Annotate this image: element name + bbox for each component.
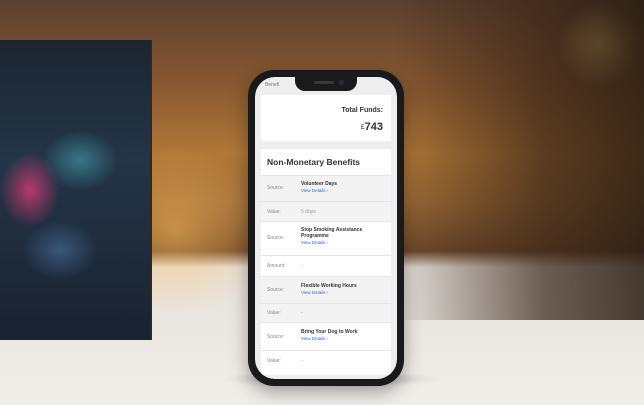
total-funds-amount: 743 [364, 121, 383, 133]
benefit-row: Amount: - [261, 255, 391, 276]
row-value: - [301, 358, 303, 364]
row-label: Source: [267, 287, 285, 293]
row-label: Value: [267, 358, 281, 364]
benefit-name: Flexible Working Hours [301, 283, 357, 289]
benefit-row: Source: Volunteer Days View Details › [261, 175, 391, 201]
row-label: Amount: [267, 263, 286, 269]
row-value: Volunteer Days View Details › [301, 181, 387, 194]
benefit-row: Value: - [261, 303, 391, 322]
top-tab-label[interactable]: Benefi [265, 82, 279, 88]
total-funds-label: Total Funds: [341, 107, 383, 114]
phone-screen: Benefi Total Funds: £743 Non-Monetary Be… [255, 77, 397, 379]
row-value: Stop Smoking Assistance Programme View D… [301, 227, 387, 246]
benefit-name: Bring Your Dog to Work [301, 329, 358, 335]
benefit-row: Value: - [261, 350, 391, 371]
non-monetary-benefits-card: Non-Monetary Benefits Source: Volunteer … [261, 149, 391, 375]
laptop-screen [0, 100, 120, 280]
row-label: Source: [267, 185, 285, 191]
row-label: Value: [267, 310, 281, 316]
benefit-name: Stop Smoking Assistance Programme [301, 227, 363, 239]
benefit-row: Source: Flexible Working Hours View Deta… [261, 276, 391, 303]
row-label: Value: [267, 209, 281, 215]
speaker-icon [314, 81, 334, 84]
view-details-link[interactable]: View Details › [301, 290, 387, 296]
camera-icon [339, 80, 344, 85]
smartphone: Benefi Total Funds: £743 Non-Monetary Be… [248, 70, 404, 386]
total-funds-value: £743 [361, 121, 383, 133]
background-shadow [394, 0, 644, 320]
phone-notch [295, 77, 357, 91]
view-details-link[interactable]: View Details › [301, 336, 387, 342]
benefit-row: Source: Stop Smoking Assistance Programm… [261, 221, 391, 255]
view-details-link[interactable]: View Details › [301, 240, 387, 246]
benefit-row: Source: Bring Your Dog to Work View Deta… [261, 322, 391, 350]
benefit-row: Value: 5 days [261, 201, 391, 221]
row-value: 5 days [301, 209, 316, 215]
row-value: Bring Your Dog to Work View Details › [301, 329, 387, 342]
row-value: - [301, 263, 303, 269]
row-label: Source: [267, 334, 285, 340]
benefit-name: Volunteer Days [301, 181, 338, 187]
row-value: - [301, 310, 303, 316]
total-funds-card: Total Funds: £743 [261, 95, 391, 141]
view-details-link[interactable]: View Details › [301, 188, 387, 194]
benefits-title: Non-Monetary Benefits [267, 157, 361, 167]
laptop-blurred [0, 40, 152, 340]
row-value: Flexible Working Hours View Details › [301, 283, 387, 296]
row-label: Source: [267, 235, 285, 241]
benefits-list: Source: Volunteer Days View Details › Va… [261, 175, 391, 371]
